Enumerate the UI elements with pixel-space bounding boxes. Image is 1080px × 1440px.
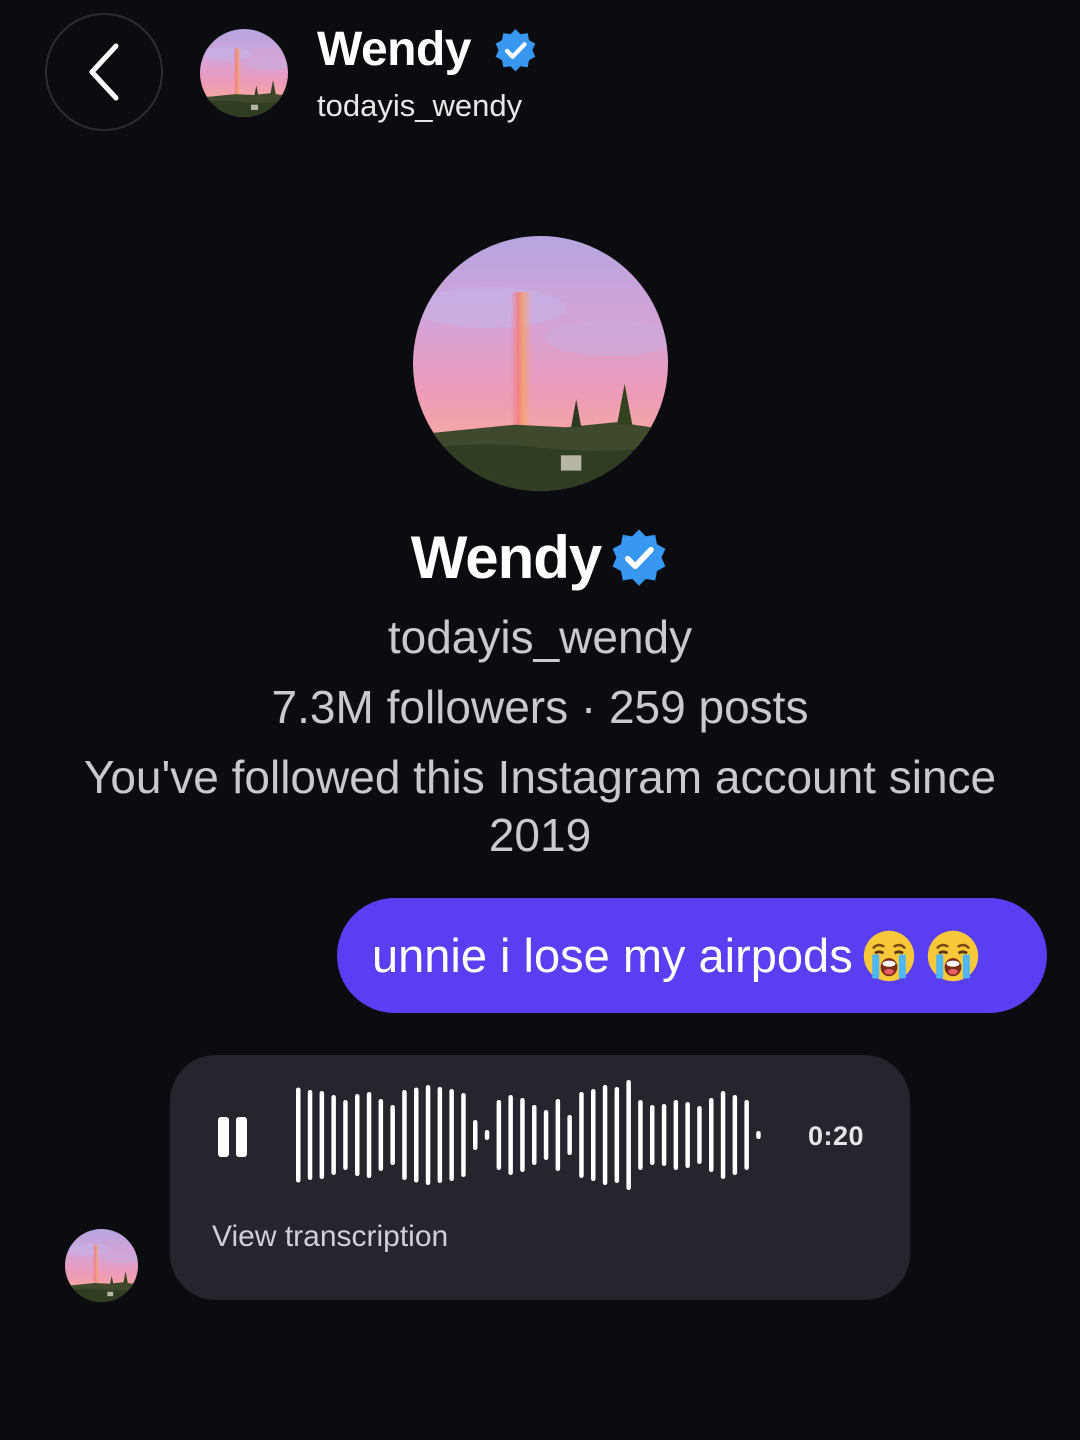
waveform-bar — [602, 1085, 608, 1185]
waveform-bar — [366, 1092, 372, 1178]
voice-duration: 0:20 — [808, 1121, 865, 1151]
waveform-bar — [414, 1087, 419, 1183]
waveform-bar — [555, 1099, 561, 1171]
header-display-name[interactable]: Wendy — [317, 22, 471, 78]
waveform-bar — [697, 1106, 702, 1164]
waveform-bar — [449, 1089, 454, 1181]
waveform-bar — [437, 1087, 443, 1183]
chevron-left-icon — [89, 43, 119, 101]
waveform-bar — [709, 1098, 714, 1172]
waveform-bar — [673, 1100, 679, 1170]
verified-badge-icon — [609, 528, 669, 588]
waveform-bar — [650, 1105, 655, 1165]
profile-stats: 7.3M followers · 259 posts — [271, 681, 809, 733]
voice-message-bubble[interactable]: 0:20 View transcription — [170, 1055, 910, 1300]
waveform-bar — [744, 1100, 749, 1170]
waveform-bar — [331, 1095, 336, 1175]
waveform-bar — [579, 1092, 584, 1178]
waveform-bar — [496, 1100, 502, 1170]
waveform-bar — [473, 1120, 478, 1150]
waveform-bar — [355, 1094, 360, 1176]
waveform-bar — [307, 1090, 313, 1180]
waveform-bar — [402, 1090, 407, 1180]
waveform-bar — [614, 1087, 620, 1183]
waveform-bar — [425, 1085, 431, 1185]
sender-avatar[interactable] — [65, 1229, 138, 1302]
waveform-bar — [484, 1130, 490, 1140]
header-username[interactable]: todayis_wendy — [317, 86, 522, 126]
waveform-bar — [720, 1091, 726, 1179]
waveform-bar — [508, 1095, 513, 1175]
waveform-bar — [661, 1104, 667, 1166]
view-transcription-link[interactable]: View transcription — [212, 1220, 448, 1254]
waveform-bar — [532, 1105, 537, 1165]
profile-display-name: Wendy — [410, 524, 603, 591]
message-text: unnie i lose my airpods — [372, 929, 853, 982]
waveform-bar — [567, 1115, 572, 1155]
waveform-bar — [543, 1110, 549, 1160]
waveform-bar — [685, 1102, 690, 1168]
waveform-bar — [638, 1100, 643, 1170]
waveform-bar — [390, 1105, 395, 1165]
back-button[interactable] — [45, 13, 163, 131]
waveform-bar — [732, 1095, 738, 1175]
profile-avatar[interactable] — [413, 236, 668, 491]
loudly-crying-face-icon — [861, 928, 917, 984]
audio-waveform[interactable] — [290, 1080, 770, 1190]
verified-badge-icon — [493, 28, 538, 73]
waveform-bar — [591, 1089, 596, 1181]
waveform-bar — [756, 1131, 761, 1139]
followed-since-text: You've followed this Instagram account s… — [83, 751, 997, 861]
waveform-bar — [343, 1100, 348, 1170]
profile-username: todayis_wendy — [387, 611, 693, 663]
header-avatar[interactable] — [200, 29, 288, 117]
profile-name-row: Wendy — [0, 523, 1080, 593]
pause-icon[interactable] — [214, 1115, 254, 1161]
waveform-bar — [461, 1093, 466, 1177]
waveform-bar — [319, 1091, 325, 1179]
waveform-bar — [626, 1080, 631, 1190]
waveform-bar — [296, 1087, 301, 1183]
waveform-bar — [520, 1098, 525, 1172]
waveform-bar — [378, 1099, 384, 1171]
outgoing-message-bubble[interactable]: unnie i lose my airpods — [337, 898, 1047, 1013]
loudly-crying-face-icon — [925, 928, 981, 984]
